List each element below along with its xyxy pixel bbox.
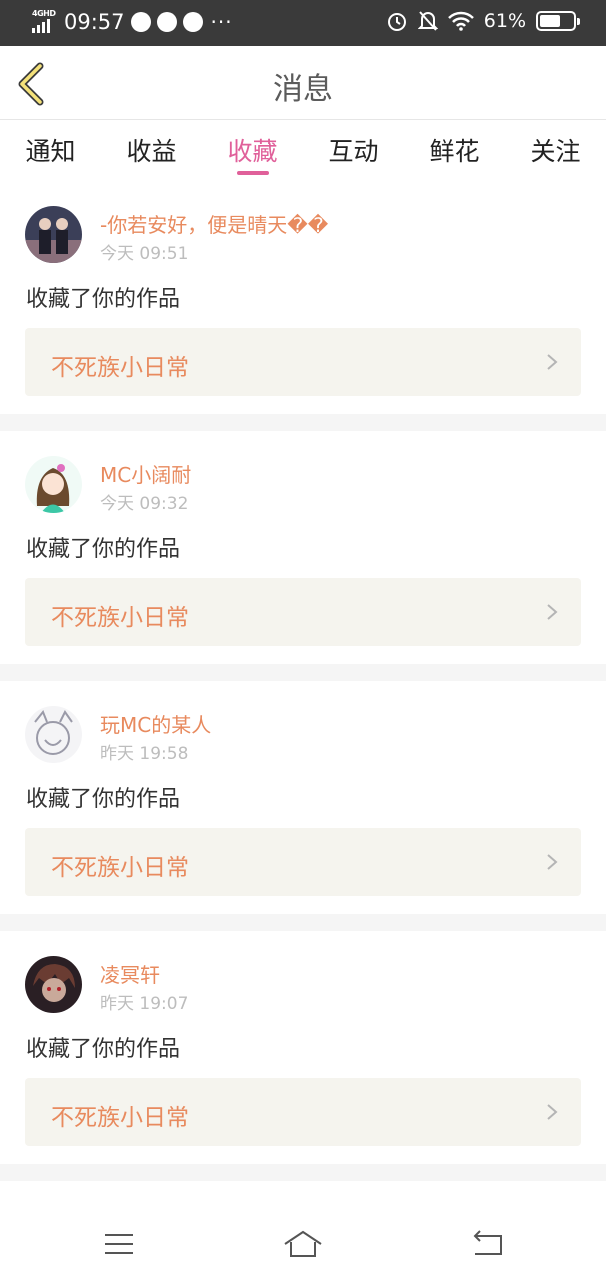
chevron-right-icon (547, 354, 558, 370)
timestamp: 昨天 19:58 (100, 744, 189, 764)
active-tab-indicator (237, 171, 269, 175)
chevron-right-icon (547, 1104, 558, 1120)
work-title: 不死族小日常 (51, 1105, 189, 1131)
more-dots-icon: ··· (210, 10, 233, 34)
username[interactable]: MC小阔耐 (100, 459, 191, 488)
card-divider (0, 414, 606, 431)
avatar[interactable] (25, 206, 82, 263)
back-icon[interactable] (467, 1228, 507, 1260)
clock: 09:57 (64, 10, 125, 34)
signal-icon: 4GHD (32, 9, 58, 33)
timestamp: 昨天 19:07 (100, 994, 189, 1014)
home-icon[interactable] (283, 1228, 323, 1260)
wechat-icon (156, 12, 177, 32)
work-link[interactable]: 不死族小日常 (25, 828, 581, 896)
card-divider (0, 914, 606, 931)
battery-percent: 61% (483, 10, 526, 32)
tab-flowers[interactable]: 鲜花 (404, 121, 505, 181)
action-text: 收藏了你的作品 (26, 537, 181, 562)
message-card: -你若安好，便是晴天�� 今天 09:51 收藏了你的作品 不死族小日常 (0, 181, 606, 414)
message-card: MC小阔耐 今天 09:32 收藏了你的作品 不死族小日常 (0, 431, 606, 664)
username[interactable]: 玩MC的某人 (100, 709, 211, 738)
message-card: 玩MC的某人 昨天 19:58 收藏了你的作品 不死族小日常 (0, 681, 606, 914)
work-title: 不死族小日常 (51, 605, 189, 631)
timestamp: 今天 09:51 (100, 244, 189, 264)
network-type: 4GHD (32, 9, 56, 18)
wifi-icon (447, 11, 474, 31)
battery-icon (536, 11, 580, 31)
username[interactable]: -你若安好，便是晴天�� (100, 209, 328, 238)
tab-bar: 通知 收益 收藏 互动 鲜花 关注 (0, 121, 606, 181)
work-title: 不死族小日常 (51, 355, 189, 381)
message-card: 凌冥轩 昨天 19:07 收藏了你的作品 不死族小日常 (0, 931, 606, 1164)
action-text: 收藏了你的作品 (26, 287, 181, 312)
tab-notifications[interactable]: 通知 (0, 121, 101, 181)
tab-interactions[interactable]: 互动 (303, 121, 404, 181)
card-divider (0, 664, 606, 681)
speed-icon (130, 12, 151, 32)
work-link[interactable]: 不死族小日常 (25, 578, 581, 646)
work-link[interactable]: 不死族小日常 (25, 328, 581, 396)
alarm-icon (387, 13, 406, 31)
chevron-right-icon (547, 604, 558, 620)
qq-icon (182, 12, 203, 32)
work-title: 不死族小日常 (51, 855, 189, 881)
chevron-right-icon (547, 854, 558, 870)
action-text: 收藏了你的作品 (26, 787, 181, 812)
tab-following[interactable]: 关注 (505, 121, 606, 181)
action-text: 收藏了你的作品 (26, 1037, 181, 1062)
tab-favorites[interactable]: 收藏 (202, 121, 303, 181)
system-nav-bar (0, 1206, 606, 1280)
card-divider (0, 1164, 606, 1181)
tab-earnings[interactable]: 收益 (101, 121, 202, 181)
username[interactable]: 凌冥轩 (100, 959, 160, 988)
avatar[interactable] (25, 706, 82, 763)
work-link[interactable]: 不死族小日常 (25, 1078, 581, 1146)
page-title: 消息 (273, 72, 333, 107)
menu-icon[interactable] (99, 1228, 139, 1260)
message-card-partial (0, 1181, 606, 1206)
avatar[interactable] (25, 956, 82, 1013)
avatar[interactable] (25, 456, 82, 513)
mute-bell-icon (417, 11, 438, 31)
timestamp: 今天 09:32 (100, 494, 189, 514)
status-bar: 4GHD 09:57 ··· 61% (0, 0, 606, 46)
app-header: 消息 (0, 46, 606, 120)
